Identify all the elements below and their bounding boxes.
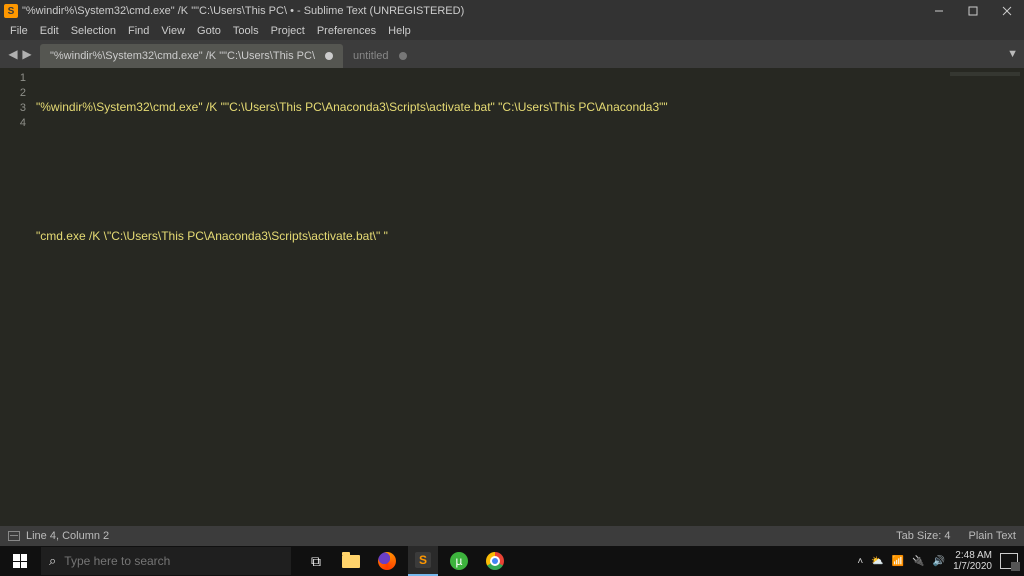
menu-project[interactable]: Project <box>265 25 311 37</box>
power-icon[interactable]: 🔌 <box>912 556 924 567</box>
task-view-icon: ⧉ <box>311 553 319 570</box>
task-view-button[interactable]: ⧉ <box>300 546 330 576</box>
windows-taskbar: ⌕ ⧉ S µ ˄ ⛅ 📶 🔌 🔊 2:48 AM 1/7/2020 <box>0 546 1024 576</box>
minimize-button[interactable] <box>922 0 956 22</box>
nav-back-icon[interactable]: ◀ <box>6 47 20 61</box>
tab-label: "%windir%\System32\cmd.exe" /K ""C:\User… <box>50 50 315 62</box>
menu-preferences[interactable]: Preferences <box>311 25 382 37</box>
network-icon[interactable]: 📶 <box>892 556 904 567</box>
sublime-text-button[interactable]: S <box>408 546 438 576</box>
folder-icon <box>342 555 360 568</box>
chrome-icon <box>486 552 504 570</box>
firefox-button[interactable] <box>372 546 402 576</box>
start-button[interactable] <box>0 546 40 576</box>
menu-selection[interactable]: Selection <box>65 25 122 37</box>
minimap[interactable] <box>950 72 1020 76</box>
action-center-icon[interactable] <box>1000 553 1018 569</box>
utorrent-icon: µ <box>450 552 468 570</box>
status-bar: Line 4, Column 2 Tab Size: 4 Plain Text <box>0 526 1024 546</box>
code-line <box>36 186 1024 201</box>
window-title: "%windir%\System32\cmd.exe" /K ""C:\User… <box>22 5 922 17</box>
tab-overflow-icon[interactable]: ▼ <box>1007 48 1018 60</box>
tab-inactive[interactable]: untitled <box>343 44 416 68</box>
line-number: 3 <box>0 102 36 117</box>
volume-icon[interactable]: 🔊 <box>933 556 945 567</box>
menu-file[interactable]: File <box>4 25 34 37</box>
close-button[interactable] <box>990 0 1024 22</box>
dirty-indicator-icon <box>399 52 407 60</box>
dirty-indicator-icon <box>325 52 333 60</box>
system-tray: ˄ ⛅ 📶 🔌 🔊 2:48 AM 1/7/2020 <box>857 550 1024 572</box>
menu-bar: File Edit Selection Find View Goto Tools… <box>0 22 1024 40</box>
menu-find[interactable]: Find <box>122 25 155 37</box>
tab-label: untitled <box>353 50 388 62</box>
file-explorer-button[interactable] <box>336 546 366 576</box>
sublime-icon: S <box>415 552 431 568</box>
line-number: 4 <box>0 117 36 132</box>
code-line <box>36 143 1024 158</box>
editor-area[interactable]: 1 2 3 4 "%windir%\System32\cmd.exe" /K "… <box>0 68 1024 526</box>
menu-help[interactable]: Help <box>382 25 417 37</box>
cursor-position[interactable]: Line 4, Column 2 <box>26 530 109 542</box>
panel-switcher-icon[interactable] <box>8 531 20 541</box>
line-number-gutter: 1 2 3 4 <box>0 68 36 526</box>
weather-icon[interactable]: ⛅ <box>871 556 883 567</box>
code-content[interactable]: "%windir%\System32\cmd.exe" /K ""C:\User… <box>36 68 1024 526</box>
code-line: "cmd.exe /K \"C:\Users\This PC\Anaconda3… <box>36 229 1024 244</box>
windows-logo-icon <box>13 554 27 568</box>
clock-time: 2:48 AM <box>953 550 992 561</box>
menu-tools[interactable]: Tools <box>227 25 265 37</box>
nav-forward-icon[interactable]: ▶ <box>20 47 34 61</box>
code-line: "%windir%\System32\cmd.exe" /K ""C:\User… <box>36 100 1024 115</box>
syntax-mode[interactable]: Plain Text <box>969 530 1017 542</box>
tab-size[interactable]: Tab Size: 4 <box>896 530 950 542</box>
search-icon: ⌕ <box>49 553 56 569</box>
line-number: 1 <box>0 72 36 87</box>
firefox-icon <box>378 552 396 570</box>
tab-active[interactable]: "%windir%\System32\cmd.exe" /K ""C:\User… <box>40 44 343 68</box>
menu-goto[interactable]: Goto <box>191 25 227 37</box>
chrome-button[interactable] <box>480 546 510 576</box>
taskbar-clock[interactable]: 2:48 AM 1/7/2020 <box>953 550 992 572</box>
clock-date: 1/7/2020 <box>953 561 992 572</box>
tab-bar: ◀ ▶ "%windir%\System32\cmd.exe" /K ""C:\… <box>0 40 1024 68</box>
menu-view[interactable]: View <box>155 25 191 37</box>
taskbar-search[interactable]: ⌕ <box>41 547 291 575</box>
utorrent-button[interactable]: µ <box>444 546 474 576</box>
maximize-button[interactable] <box>956 0 990 22</box>
app-icon: S <box>4 4 18 18</box>
tray-overflow-icon[interactable]: ˄ <box>857 556 863 567</box>
window-titlebar: S "%windir%\System32\cmd.exe" /K ""C:\Us… <box>0 0 1024 22</box>
search-input[interactable] <box>64 554 283 568</box>
menu-edit[interactable]: Edit <box>34 25 65 37</box>
line-number: 2 <box>0 87 36 102</box>
